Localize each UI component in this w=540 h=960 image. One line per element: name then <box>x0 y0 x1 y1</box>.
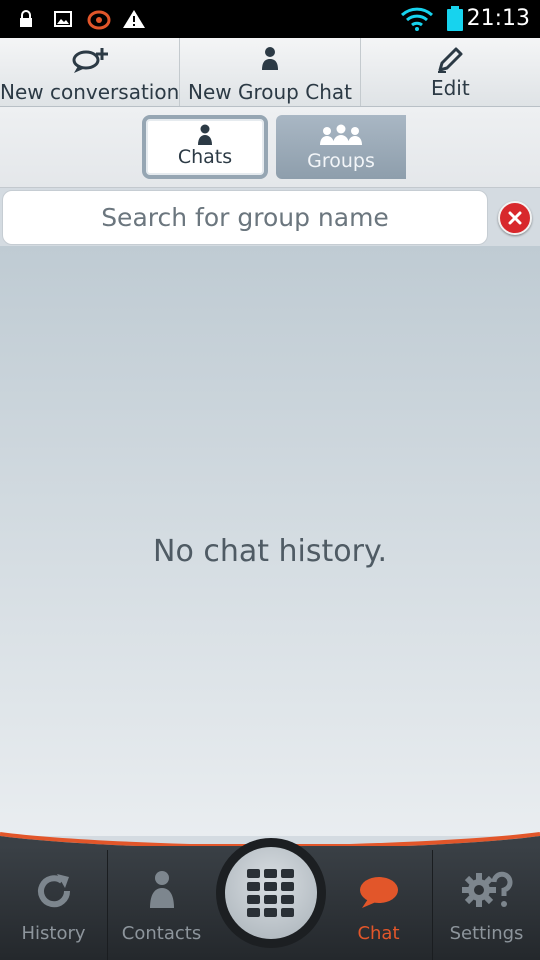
new-group-chat-label: New Group Chat <box>188 80 352 104</box>
image-icon <box>54 0 72 38</box>
status-time: 21:13 <box>466 6 530 31</box>
battery-icon <box>446 0 464 38</box>
new-conversation-button[interactable]: New conversation <box>0 38 181 106</box>
settings-gear-icon <box>461 870 513 915</box>
nav-contacts-label: Contacts <box>121 923 202 944</box>
segment-bar: Chats Groups <box>0 107 540 188</box>
tab-groups[interactable]: Groups <box>276 115 406 179</box>
empty-state-message: No chat history. <box>153 534 387 569</box>
edit-button[interactable]: Edit <box>361 38 540 106</box>
edit-label: Edit <box>430 76 470 100</box>
group-icon <box>319 124 363 150</box>
wifi-icon <box>400 0 434 38</box>
new-group-chat-button[interactable]: New Group Chat <box>180 38 361 106</box>
nav-history[interactable]: History <box>0 846 107 960</box>
new-conversation-icon <box>68 46 112 80</box>
dialpad-button[interactable] <box>216 838 326 948</box>
search-box <box>2 190 488 245</box>
person-icon <box>261 46 279 76</box>
close-icon <box>508 211 522 225</box>
pencil-icon <box>434 46 466 78</box>
chat-bubble-icon <box>358 874 400 915</box>
refresh-icon <box>33 870 75 917</box>
nav-settings[interactable]: Settings <box>433 846 540 960</box>
new-conversation-label: New conversation <box>0 80 180 104</box>
nav-contacts[interactable]: Contacts <box>108 846 215 960</box>
nav-history-label: History <box>21 923 86 944</box>
clear-search-button[interactable] <box>498 201 532 235</box>
dialpad-icon <box>225 847 317 939</box>
nav-chat[interactable]: Chat <box>325 846 432 960</box>
person-icon <box>198 124 212 150</box>
nav-chat-label: Chat <box>357 923 400 944</box>
action-toolbar: New conversation New Group Chat Edit <box>0 38 540 107</box>
app-icon <box>87 0 111 38</box>
chat-list-area: No chat history. <box>0 246 540 836</box>
warning-icon <box>122 0 146 38</box>
tab-groups-label: Groups <box>307 150 375 172</box>
tab-chats[interactable]: Chats <box>142 115 268 179</box>
nav-settings-label: Settings <box>449 923 524 944</box>
lock-icon <box>18 0 34 38</box>
person-icon <box>149 870 175 915</box>
status-bar: 21:13 <box>0 0 540 38</box>
search-input[interactable] <box>3 202 487 233</box>
